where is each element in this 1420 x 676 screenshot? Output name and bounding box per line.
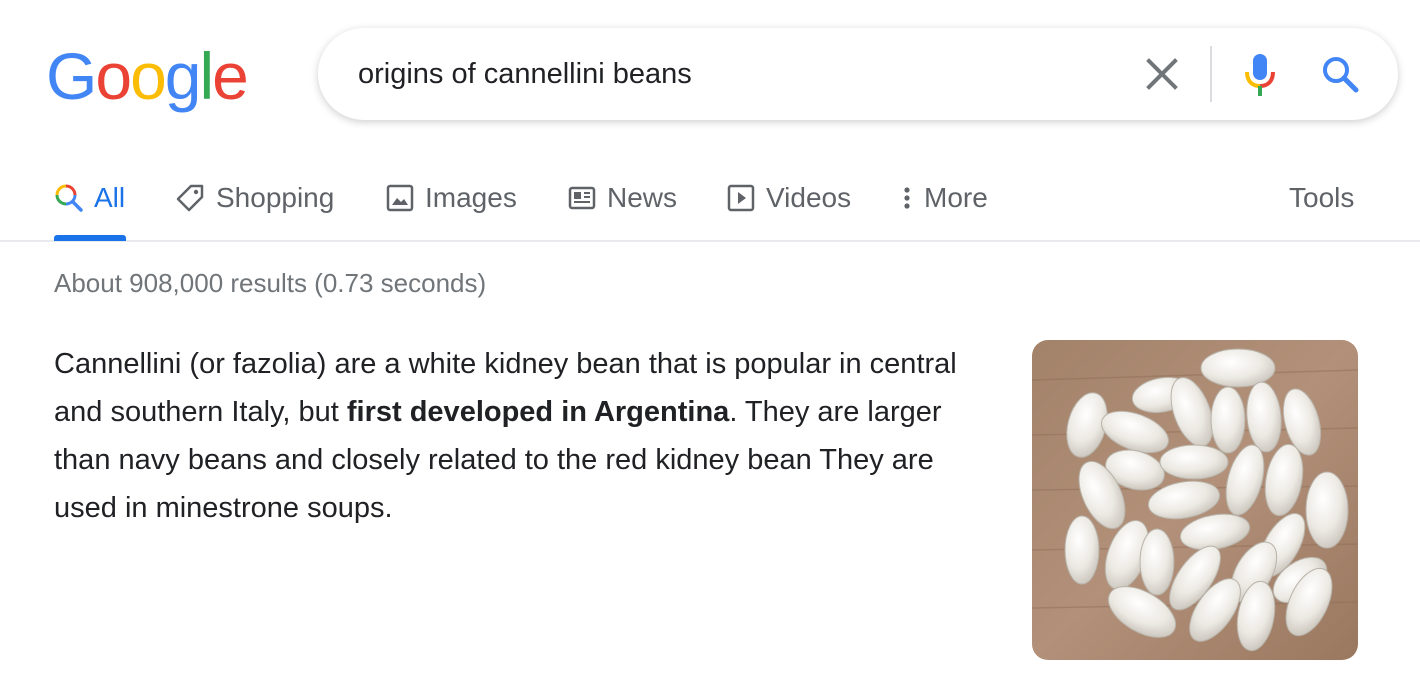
tab-label: More [924,182,988,213]
search-box [318,28,1398,120]
search-icon [55,184,83,212]
vertical-dots-icon [904,187,910,209]
active-tab-indicator [54,235,126,241]
close-icon [1146,58,1178,90]
tools-label: Tools [1289,182,1355,213]
tab-shopping[interactable]: Shopping [174,178,334,218]
search-input[interactable] [358,28,1118,120]
voice-search-button[interactable] [1238,50,1282,100]
image-icon [386,184,414,212]
search-icon [1323,57,1359,93]
tab-videos[interactable]: Videos [726,178,851,218]
search-button[interactable] [1318,52,1362,96]
logo-letter-o2: o [130,39,167,113]
cannellini-beans-image[interactable] [1032,340,1358,660]
result-stats: About 908,000 results (0.73 seconds) [54,268,487,298]
logo-letter-l: l [199,39,215,113]
tab-label: All [94,182,126,213]
search-divider [1210,46,1212,102]
featured-snippet-text: Cannellini (or fazolia) are a white kidn… [54,340,974,532]
newspaper-icon [568,186,596,210]
tab-more[interactable]: More [900,178,988,218]
play-icon [727,184,755,212]
logo-letter-g2: g [164,39,202,113]
google-logo[interactable]: Google [46,39,249,113]
snippet-highlight: first developed in Argentina [346,396,730,428]
clear-search-button[interactable] [1142,54,1182,94]
tab-label: Shopping [216,182,335,213]
tab-label: Images [425,182,517,213]
microphone-icon [1245,54,1275,96]
logo-letter-e: e [212,39,249,113]
tab-label: News [607,182,678,213]
tab-label: Videos [766,182,852,213]
tools-button[interactable]: Tools [1289,178,1354,218]
logo-letter-o1: o [95,39,132,113]
tag-icon [176,184,204,212]
tab-news[interactable]: News [567,178,677,218]
search-tabs: All Shopping Images News Videos More Too… [0,160,1420,242]
logo-letter-g: G [46,39,97,113]
tab-images[interactable]: Images [385,178,517,218]
tab-all[interactable]: All [54,178,125,218]
